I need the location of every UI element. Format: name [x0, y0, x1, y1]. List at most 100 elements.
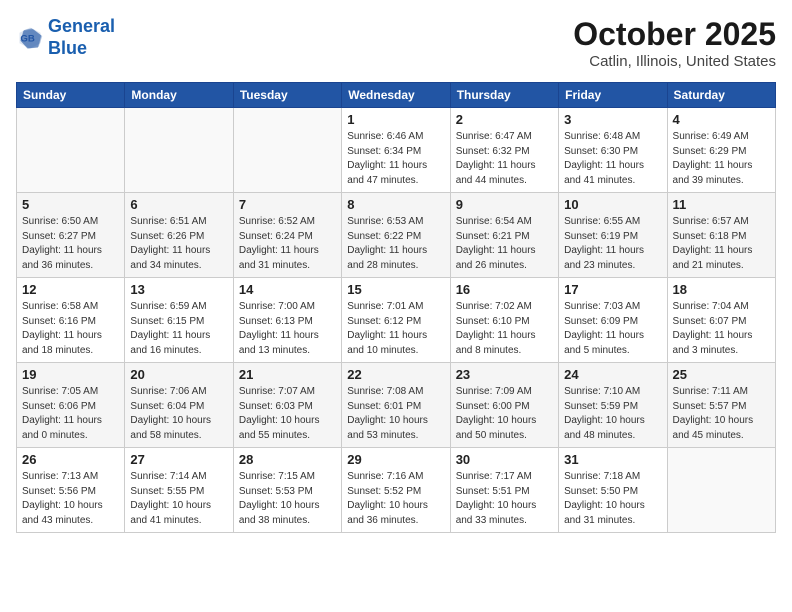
calendar-cell: 15 Sunrise: 7:01 AM Sunset: 6:12 PM Dayli… — [342, 278, 450, 363]
calendar-cell: 16Sunrise: 7:02 AM Sunset: 6:10 PM Dayli… — [450, 278, 558, 363]
day-info: Sunrise: 6:55 AM Sunset: 6:19 PM Dayligh… — [564, 215, 661, 273]
day-info: Sunrise: 6:46 AM Sunset: 6:34 PM Dayligh… — [347, 130, 444, 188]
day-number: 31 — [564, 452, 661, 467]
day-info: Sunrise: 6:53 AM Sunset: 6:22 PM Dayligh… — [347, 215, 444, 273]
calendar-cell: 4 Sunrise: 6:49 AM Sunset: 6:29 PM Daylig… — [667, 108, 775, 193]
day-number: 21 — [239, 367, 336, 382]
day-number: 18 — [673, 282, 770, 297]
day-info: Sunrise: 7:18 AM Sunset: 5:50 PM Dayligh… — [564, 470, 661, 528]
weekday-header-row: SundayMondayTuesdayWednesdayThursdayFrid… — [17, 83, 776, 108]
svg-text:GB: GB — [20, 33, 34, 44]
week-row-2: 5 Sunrise: 6:50 AM Sunset: 6:27 PM Daylig… — [17, 193, 776, 278]
calendar-cell: 31 Sunrise: 7:18 AM Sunset: 5:50 PM Dayli… — [559, 448, 667, 533]
day-info: Sunrise: 6:57 AM Sunset: 6:18 PM Dayligh… — [673, 215, 770, 273]
logo-line1: General — [48, 16, 115, 36]
day-info: Sunrise: 7:07 AM Sunset: 6:03 PM Dayligh… — [239, 385, 336, 443]
day-info: Sunrise: 6:47 AM Sunset: 6:32 PM Dayligh… — [456, 130, 553, 188]
day-number: 14 — [239, 282, 336, 297]
day-info: Sunrise: 7:14 AM Sunset: 5:55 PM Dayligh… — [130, 470, 227, 528]
day-info: Sunrise: 6:50 AM Sunset: 6:27 PM Dayligh… — [22, 215, 119, 273]
day-number: 23 — [456, 367, 553, 382]
day-number: 5 — [22, 197, 119, 212]
calendar-cell: 11Sunrise: 6:57 AM Sunset: 6:18 PM Dayli… — [667, 193, 775, 278]
calendar-cell: 6 Sunrise: 6:51 AM Sunset: 6:26 PM Daylig… — [125, 193, 233, 278]
title-block: October 2025 Catlin, Illinois, United St… — [573, 16, 776, 70]
day-info: Sunrise: 7:01 AM Sunset: 6:12 PM Dayligh… — [347, 300, 444, 358]
day-number: 29 — [347, 452, 444, 467]
day-number: 25 — [673, 367, 770, 382]
day-number: 12 — [22, 282, 119, 297]
calendar-cell: 28Sunrise: 7:15 AM Sunset: 5:53 PM Dayli… — [233, 448, 341, 533]
calendar-cell: 22 Sunrise: 7:08 AM Sunset: 6:01 PM Dayli… — [342, 363, 450, 448]
calendar-cell: 29 Sunrise: 7:16 AM Sunset: 5:52 PM Dayli… — [342, 448, 450, 533]
calendar-cell: 23 Sunrise: 7:09 AM Sunset: 6:00 PM Dayli… — [450, 363, 558, 448]
calendar-cell: 21 Sunrise: 7:07 AM Sunset: 6:03 PM Dayli… — [233, 363, 341, 448]
day-info: Sunrise: 6:48 AM Sunset: 6:30 PM Dayligh… — [564, 130, 661, 188]
day-number: 6 — [130, 197, 227, 212]
calendar-cell — [233, 108, 341, 193]
day-info: Sunrise: 7:04 AM Sunset: 6:07 PM Dayligh… — [673, 300, 770, 358]
day-info: Sunrise: 7:11 AM Sunset: 5:57 PM Dayligh… — [673, 385, 770, 443]
logo: GB General Blue — [16, 16, 115, 59]
weekday-header-tuesday: Tuesday — [233, 83, 341, 108]
weekday-header-monday: Monday — [125, 83, 233, 108]
day-number: 22 — [347, 367, 444, 382]
month-title: October 2025 — [573, 16, 776, 53]
calendar-cell: 27Sunrise: 7:14 AM Sunset: 5:55 PM Dayli… — [125, 448, 233, 533]
day-info: Sunrise: 7:09 AM Sunset: 6:00 PM Dayligh… — [456, 385, 553, 443]
calendar-cell: 8 Sunrise: 6:53 AM Sunset: 6:22 PM Daylig… — [342, 193, 450, 278]
day-number: 13 — [130, 282, 227, 297]
calendar-cell: 24 Sunrise: 7:10 AM Sunset: 5:59 PM Dayli… — [559, 363, 667, 448]
day-number: 15 — [347, 282, 444, 297]
calendar-cell — [17, 108, 125, 193]
day-number: 8 — [347, 197, 444, 212]
day-info: Sunrise: 7:16 AM Sunset: 5:52 PM Dayligh… — [347, 470, 444, 528]
day-number: 30 — [456, 452, 553, 467]
day-number: 24 — [564, 367, 661, 382]
day-number: 9 — [456, 197, 553, 212]
day-info: Sunrise: 7:13 AM Sunset: 5:56 PM Dayligh… — [22, 470, 119, 528]
weekday-header-sunday: Sunday — [17, 83, 125, 108]
calendar-cell — [667, 448, 775, 533]
calendar-cell: 12 Sunrise: 6:58 AM Sunset: 6:16 PM Dayli… — [17, 278, 125, 363]
weekday-header-wednesday: Wednesday — [342, 83, 450, 108]
weekday-header-thursday: Thursday — [450, 83, 558, 108]
day-info: Sunrise: 7:02 AM Sunset: 6:10 PM Dayligh… — [456, 300, 553, 358]
day-info: Sunrise: 7:05 AM Sunset: 6:06 PM Dayligh… — [22, 385, 119, 443]
calendar-cell: 19 Sunrise: 7:05 AM Sunset: 6:06 PM Dayli… — [17, 363, 125, 448]
calendar-cell: 17 Sunrise: 7:03 AM Sunset: 6:09 PM Dayli… — [559, 278, 667, 363]
week-row-3: 12 Sunrise: 6:58 AM Sunset: 6:16 PM Dayli… — [17, 278, 776, 363]
day-info: Sunrise: 6:49 AM Sunset: 6:29 PM Dayligh… — [673, 130, 770, 188]
day-info: Sunrise: 7:17 AM Sunset: 5:51 PM Dayligh… — [456, 470, 553, 528]
day-number: 4 — [673, 112, 770, 127]
calendar-cell: 13Sunrise: 6:59 AM Sunset: 6:15 PM Dayli… — [125, 278, 233, 363]
day-info: Sunrise: 7:10 AM Sunset: 5:59 PM Dayligh… — [564, 385, 661, 443]
calendar-cell: 9Sunrise: 6:54 AM Sunset: 6:21 PM Daylig… — [450, 193, 558, 278]
day-info: Sunrise: 7:00 AM Sunset: 6:13 PM Dayligh… — [239, 300, 336, 358]
calendar-cell: 1 Sunrise: 6:46 AM Sunset: 6:34 PM Daylig… — [342, 108, 450, 193]
day-info: Sunrise: 7:03 AM Sunset: 6:09 PM Dayligh… — [564, 300, 661, 358]
day-info: Sunrise: 6:58 AM Sunset: 6:16 PM Dayligh… — [22, 300, 119, 358]
day-info: Sunrise: 7:08 AM Sunset: 6:01 PM Dayligh… — [347, 385, 444, 443]
day-number: 19 — [22, 367, 119, 382]
calendar-cell: 20Sunrise: 7:06 AM Sunset: 6:04 PM Dayli… — [125, 363, 233, 448]
calendar-table: SundayMondayTuesdayWednesdayThursdayFrid… — [16, 82, 776, 533]
logo-icon: GB — [16, 24, 44, 52]
calendar-cell: 3 Sunrise: 6:48 AM Sunset: 6:30 PM Daylig… — [559, 108, 667, 193]
calendar-cell — [125, 108, 233, 193]
calendar-cell: 2 Sunrise: 6:47 AM Sunset: 6:32 PM Daylig… — [450, 108, 558, 193]
calendar-cell: 14 Sunrise: 7:00 AM Sunset: 6:13 PM Dayli… — [233, 278, 341, 363]
calendar-cell: 18 Sunrise: 7:04 AM Sunset: 6:07 PM Dayli… — [667, 278, 775, 363]
page-header: GB General Blue October 2025 Catlin, Ill… — [16, 16, 776, 70]
day-number: 3 — [564, 112, 661, 127]
week-row-1: 1 Sunrise: 6:46 AM Sunset: 6:34 PM Daylig… — [17, 108, 776, 193]
day-number: 1 — [347, 112, 444, 127]
day-info: Sunrise: 6:51 AM Sunset: 6:26 PM Dayligh… — [130, 215, 227, 273]
weekday-header-saturday: Saturday — [667, 83, 775, 108]
calendar-cell: 30 Sunrise: 7:17 AM Sunset: 5:51 PM Dayli… — [450, 448, 558, 533]
day-number: 17 — [564, 282, 661, 297]
day-info: Sunrise: 6:52 AM Sunset: 6:24 PM Dayligh… — [239, 215, 336, 273]
day-number: 7 — [239, 197, 336, 212]
logo-text: General Blue — [48, 16, 115, 59]
day-number: 2 — [456, 112, 553, 127]
